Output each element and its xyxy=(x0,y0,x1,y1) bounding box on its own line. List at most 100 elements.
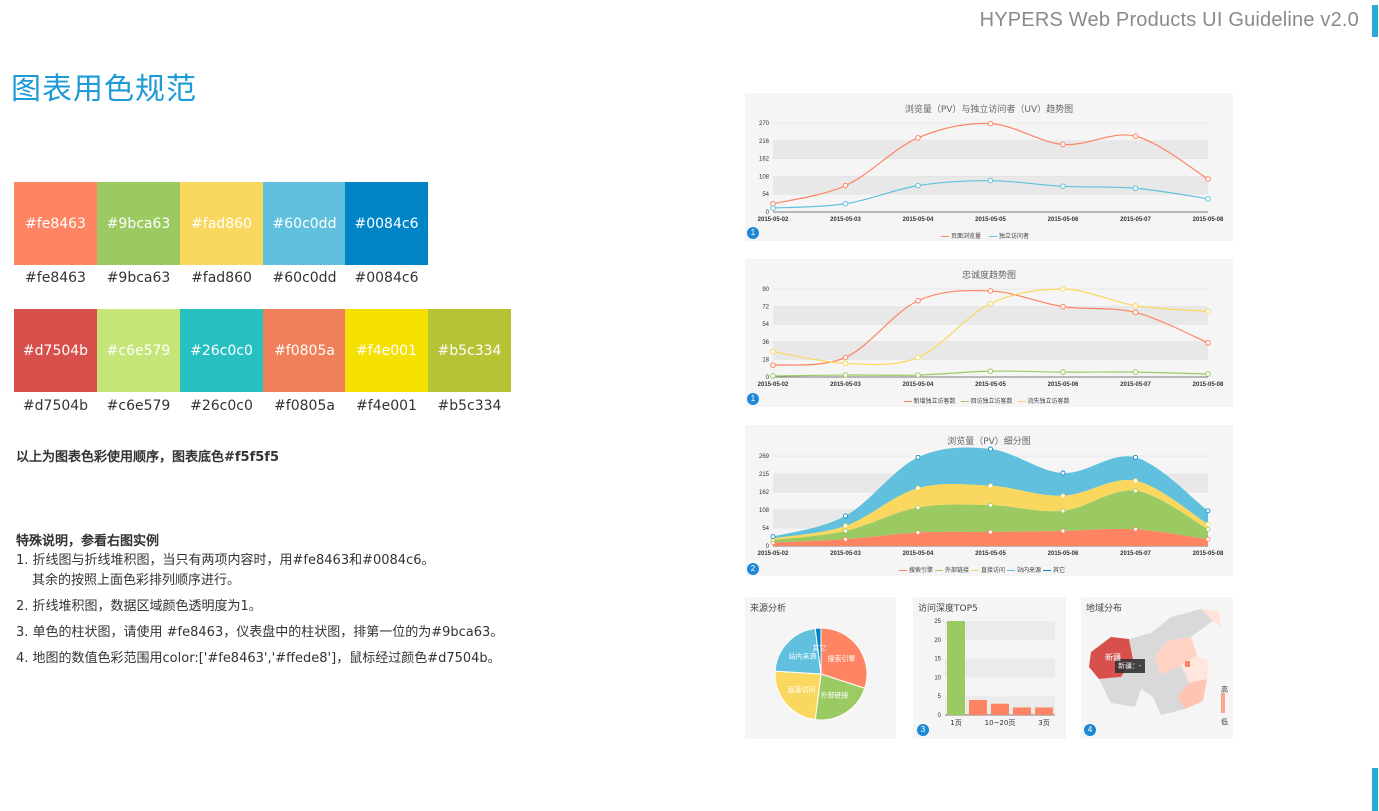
data-point[interactable] xyxy=(915,505,921,510)
bar[interactable] xyxy=(969,699,987,715)
data-point[interactable] xyxy=(1060,528,1066,534)
data-point[interactable] xyxy=(770,348,776,355)
data-point[interactable] xyxy=(987,368,994,374)
y-tick-label: 270 xyxy=(759,121,770,127)
data-point[interactable] xyxy=(843,536,848,542)
data-point[interactable] xyxy=(770,205,776,211)
data-point[interactable] xyxy=(843,523,848,529)
data-point[interactable] xyxy=(842,372,849,378)
data-point[interactable] xyxy=(987,120,994,127)
data-point[interactable] xyxy=(1205,308,1211,315)
x-tick-label: 2015-05-08 xyxy=(1193,551,1224,557)
swatch-label: #c6e579 xyxy=(106,398,171,414)
data-point[interactable] xyxy=(1133,478,1138,484)
data-point[interactable] xyxy=(1060,369,1066,375)
data-point[interactable] xyxy=(1133,526,1138,532)
data-point[interactable] xyxy=(842,200,849,207)
data-point[interactable] xyxy=(988,483,993,489)
data-point[interactable] xyxy=(843,528,848,534)
data-point[interactable] xyxy=(1132,302,1139,309)
data-point[interactable] xyxy=(915,182,921,189)
swatch-label: #b5c334 xyxy=(437,398,502,414)
data-point[interactable] xyxy=(987,288,994,294)
data-point[interactable] xyxy=(842,360,849,367)
bar[interactable] xyxy=(947,621,965,715)
legend-swatch xyxy=(935,570,943,571)
x-tick-label: 1页 xyxy=(950,719,961,727)
data-point[interactable] xyxy=(915,454,921,460)
data-point[interactable] xyxy=(1205,526,1211,532)
data-point[interactable] xyxy=(1205,196,1211,202)
data-point[interactable] xyxy=(1132,133,1139,139)
legend-swatch xyxy=(960,401,969,402)
swatch: #f0805a xyxy=(263,309,346,392)
bar[interactable] xyxy=(1013,707,1031,715)
data-point[interactable] xyxy=(1060,286,1066,292)
legend-item[interactable]: 搜索引擎 xyxy=(899,565,933,574)
data-point[interactable] xyxy=(1060,303,1066,310)
legend-item[interactable]: 新增独立访客数 xyxy=(903,396,956,405)
legend-swatch xyxy=(1043,570,1051,571)
swatch: #9bca63 xyxy=(97,182,180,265)
data-point[interactable] xyxy=(987,177,994,184)
data-point[interactable] xyxy=(1205,536,1211,542)
data-point[interactable] xyxy=(1205,521,1211,527)
data-point[interactable] xyxy=(842,182,849,189)
data-point[interactable] xyxy=(915,530,921,536)
data-point[interactable] xyxy=(1205,508,1211,514)
data-point[interactable] xyxy=(1132,309,1139,316)
data-point[interactable] xyxy=(1060,470,1066,476)
legend-item[interactable]: 流失独立访客数 xyxy=(1017,396,1070,405)
legend-item[interactable]: 直接访问 xyxy=(971,565,1005,574)
legend-item[interactable]: 站内来源 xyxy=(1007,565,1041,574)
data-point[interactable] xyxy=(1133,488,1138,494)
data-point[interactable] xyxy=(1205,176,1211,182)
data-point[interactable] xyxy=(988,502,993,508)
data-point[interactable] xyxy=(915,297,921,304)
y-tick-label: 0 xyxy=(766,375,770,381)
data-point[interactable] xyxy=(770,362,776,369)
data-point[interactable] xyxy=(1133,454,1138,460)
x-tick-label: 2015-05-03 xyxy=(830,382,861,388)
legend-item[interactable]: 独立访问者 xyxy=(989,231,1029,240)
legend-item[interactable]: 外部链接 xyxy=(935,565,969,574)
legend-item[interactable]: 其它 xyxy=(1043,565,1065,574)
data-point[interactable] xyxy=(1060,493,1066,499)
data-point[interactable] xyxy=(915,135,921,141)
data-point[interactable] xyxy=(915,354,921,361)
legend-item[interactable]: 页面浏览量 xyxy=(941,231,981,240)
x-tick-label: 2015-05-08 xyxy=(1193,217,1224,223)
data-point[interactable] xyxy=(1205,371,1211,377)
data-point[interactable] xyxy=(1060,141,1066,148)
data-point[interactable] xyxy=(1132,369,1139,375)
data-point[interactable] xyxy=(915,485,921,491)
bar[interactable] xyxy=(1035,707,1053,715)
page-title: 图表用色规范 xyxy=(11,72,197,107)
y-tick-label: 54 xyxy=(762,192,769,198)
data-point[interactable] xyxy=(988,446,993,452)
legend-label: 页面浏览量 xyxy=(951,233,982,240)
data-point[interactable] xyxy=(1060,183,1066,190)
data-point[interactable] xyxy=(988,529,993,535)
legend-label: 外部链接 xyxy=(945,567,970,574)
data-point[interactable] xyxy=(1132,185,1139,192)
data-point[interactable] xyxy=(843,513,848,519)
pie-slice[interactable] xyxy=(774,670,822,721)
data-point[interactable] xyxy=(987,300,994,307)
grid-band xyxy=(773,140,1208,159)
legend-label: 流失独立访客数 xyxy=(1027,398,1070,405)
legend-item[interactable]: 回访独立访客数 xyxy=(960,396,1013,405)
y-tick-label: 18 xyxy=(762,357,769,363)
data-point[interactable] xyxy=(770,534,776,540)
data-point[interactable] xyxy=(915,372,921,378)
map-region-inner-mongolia[interactable] xyxy=(1151,609,1213,641)
chart-plot: 0 18 36 54 72 90 2015-05-02 2015-05-03 2015-05-0… xyxy=(758,286,1224,388)
map-region-highlight[interactable] xyxy=(1185,661,1190,667)
special-item-4: 4. 地图的数值色彩范围用color:['#fe8463','#ffede8']… xyxy=(16,651,501,666)
data-point[interactable] xyxy=(770,373,776,379)
data-point[interactable] xyxy=(1205,339,1211,346)
data-point[interactable] xyxy=(1060,508,1066,514)
x-tick-label: 2015-05-02 xyxy=(758,551,789,557)
data-point[interactable] xyxy=(842,354,849,361)
bar[interactable] xyxy=(991,703,1009,715)
